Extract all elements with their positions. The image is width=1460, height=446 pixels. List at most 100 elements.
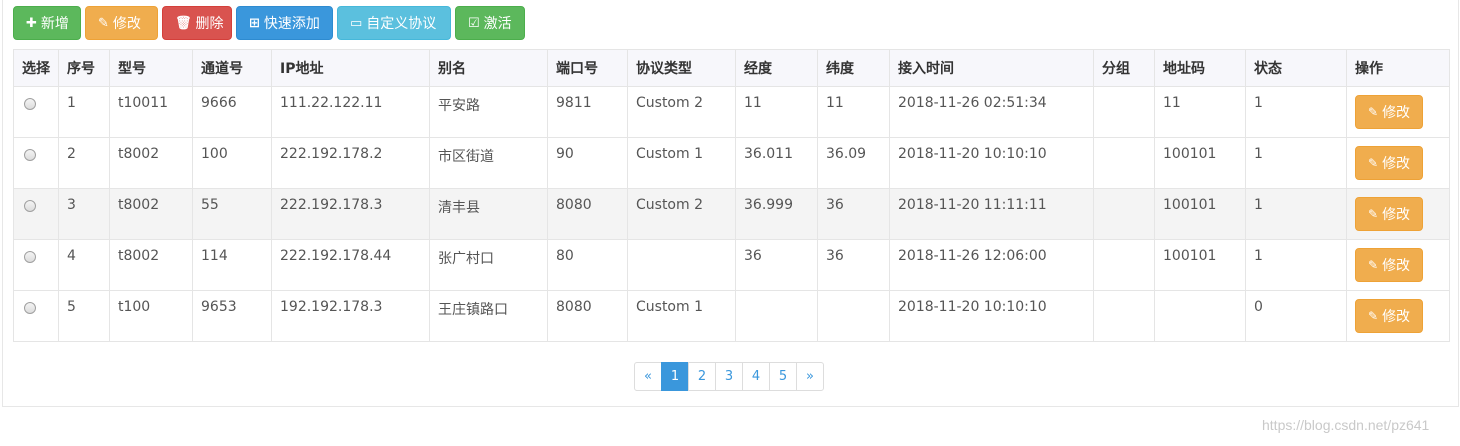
page-5-button[interactable]: 5 [769,362,797,391]
column-header: 序号 [58,49,110,87]
watermark: https://blog.csdn.net/pz641 [1262,417,1430,433]
page-4-button[interactable]: 4 [742,362,770,391]
table-cell: 100101 [1154,137,1246,189]
column-header: 协议类型 [627,49,736,87]
next-page-button[interactable]: » [796,362,824,391]
table-cell: 100101 [1154,239,1246,291]
pagination: «1 2 3 4 5» [634,362,824,391]
row-edit-label: 修改 [1382,206,1411,222]
table-cell: 222.192.178.44 [271,239,430,291]
row-edit-button[interactable]: ✎ 修改 [1355,146,1424,180]
page-1-button[interactable]: 1 [661,362,689,391]
table-cell: 4 [58,239,110,291]
trash-icon: 🗑 [175,15,192,31]
page-3-button[interactable]: 3 [715,362,743,391]
row-edit-button[interactable]: ✎ 修改 [1355,197,1424,231]
table-cell: Custom 2 [627,188,736,240]
table-cell: t8002 [109,188,193,240]
custom-protocol-button[interactable]: ▭ 自定义协议 [337,6,451,40]
table-row[interactable]: 2 t8002 100 222.192.178.2 市区街道 90 Custom 1 36.0… [13,137,1450,189]
table-cell: 100 [192,137,272,189]
row-edit-button[interactable]: ✎ 修改 [1355,248,1424,282]
select-cell [13,137,59,189]
table-cell: 114 [192,239,272,291]
table-cell: 222.192.178.3 [271,188,430,240]
edit-button-label: 修改 [112,16,141,32]
table-row[interactable]: 4 t8002 114 222.192.178.44 张广村口 80 36 36 2018-11… [13,239,1450,291]
row-select-radio[interactable] [24,251,36,263]
table-cell: 0 [1245,290,1347,342]
table-cell: 55 [192,188,272,240]
table-cell: t100 [109,290,193,342]
table-cell: 100101 [1154,188,1246,240]
table-cell: 1 [1245,137,1347,189]
column-header: 端口号 [547,49,628,87]
add-button[interactable]: ✚ 新增 [13,6,81,40]
row-edit-label: 修改 [1382,257,1411,273]
table-cell: 2018-11-26 12:06:00 [889,239,1094,291]
row-edit-button[interactable]: ✎ 修改 [1355,299,1424,333]
quick-add-button[interactable]: ⊞ 快速添加 [236,6,333,40]
edit-icon: ✎ [1368,207,1379,221]
column-header: 纬度 [817,49,890,87]
table-row[interactable]: 5 t100 9653 192.192.178.3 王庄镇路口 8080 Custom 1 2… [13,290,1450,342]
row-select-radio[interactable] [24,149,36,161]
activate-button-label: 激活 [483,16,512,32]
table-cell: 2 [58,137,110,189]
table-cell: 8080 [547,290,628,342]
table-cell: 9811 [547,86,628,138]
table-cell: t8002 [109,239,193,291]
plus-square-icon: ⊞ [249,15,260,31]
select-cell [13,86,59,138]
column-header: 别名 [429,49,548,87]
prev-page-button[interactable]: « [634,362,662,391]
table-row[interactable]: 3 t8002 55 222.192.178.3 清丰县 8080 Custom 2 36.9… [13,188,1450,240]
table-cell: 2018-11-20 11:11:11 [889,188,1094,240]
edit-icon: ✎ [1368,156,1379,170]
row-edit-label: 修改 [1382,104,1411,120]
table-cell [627,239,736,291]
row-select-radio[interactable] [24,200,36,212]
plus-icon: ✚ [26,15,37,31]
column-header: 型号 [109,49,193,87]
table-cell: 222.192.178.2 [271,137,430,189]
page-2-button[interactable]: 2 [688,362,716,391]
table-cell: 9653 [192,290,272,342]
table-body: 1 t10011 9666 111.22.122.11 平安路 9811 Custom 21… [13,86,1450,342]
table-cell: 1 [1245,239,1347,291]
edit-icon: ✎ [98,15,109,31]
table-cell: 王庄镇路口 [429,290,548,342]
table-cell: 36.09 [817,137,890,189]
table-cell: 90 [547,137,628,189]
custom-protocol-button-label: 自定义协议 [366,16,437,32]
row-edit-label: 修改 [1382,155,1411,171]
select-cell [13,239,59,291]
operation-cell: ✎ 修改 [1346,137,1450,189]
device-table: 选择 序号 型号 通道号 IP地址 别名 端口号 协议类型 经度 纬度 接入时间 分组 地址码 状态 操作 … [13,49,1450,342]
quick-add-button-label: 快速添加 [263,16,320,32]
column-header: 接入时间 [889,49,1094,87]
table-cell: 1 [1245,188,1347,240]
row-edit-label: 修改 [1382,308,1411,324]
column-header: 状态 [1245,49,1347,87]
row-select-radio[interactable] [24,98,36,110]
table-cell [1154,290,1246,342]
table-cell [735,290,818,342]
row-select-radio[interactable] [24,302,36,314]
delete-button[interactable]: 🗑 删除 [162,6,232,40]
window-icon: ▭ [350,15,363,31]
activate-button[interactable]: ☑ 激活 [455,6,525,40]
table-row[interactable]: 1 t10011 9666 111.22.122.11 平安路 9811 Custom 21… [13,86,1450,138]
row-edit-button[interactable]: ✎ 修改 [1355,95,1424,129]
select-cell [13,290,59,342]
table-cell: 80 [547,239,628,291]
edit-icon: ✎ [1368,309,1379,323]
column-header: 分组 [1093,49,1155,87]
table-cell: 清丰县 [429,188,548,240]
table-cell [1093,290,1155,342]
edit-button[interactable]: ✎ 修改 [85,6,158,40]
table-cell: 36 [817,239,890,291]
table-cell: 11 [735,86,818,138]
column-header: 操作 [1346,49,1450,87]
operation-cell: ✎ 修改 [1346,188,1450,240]
